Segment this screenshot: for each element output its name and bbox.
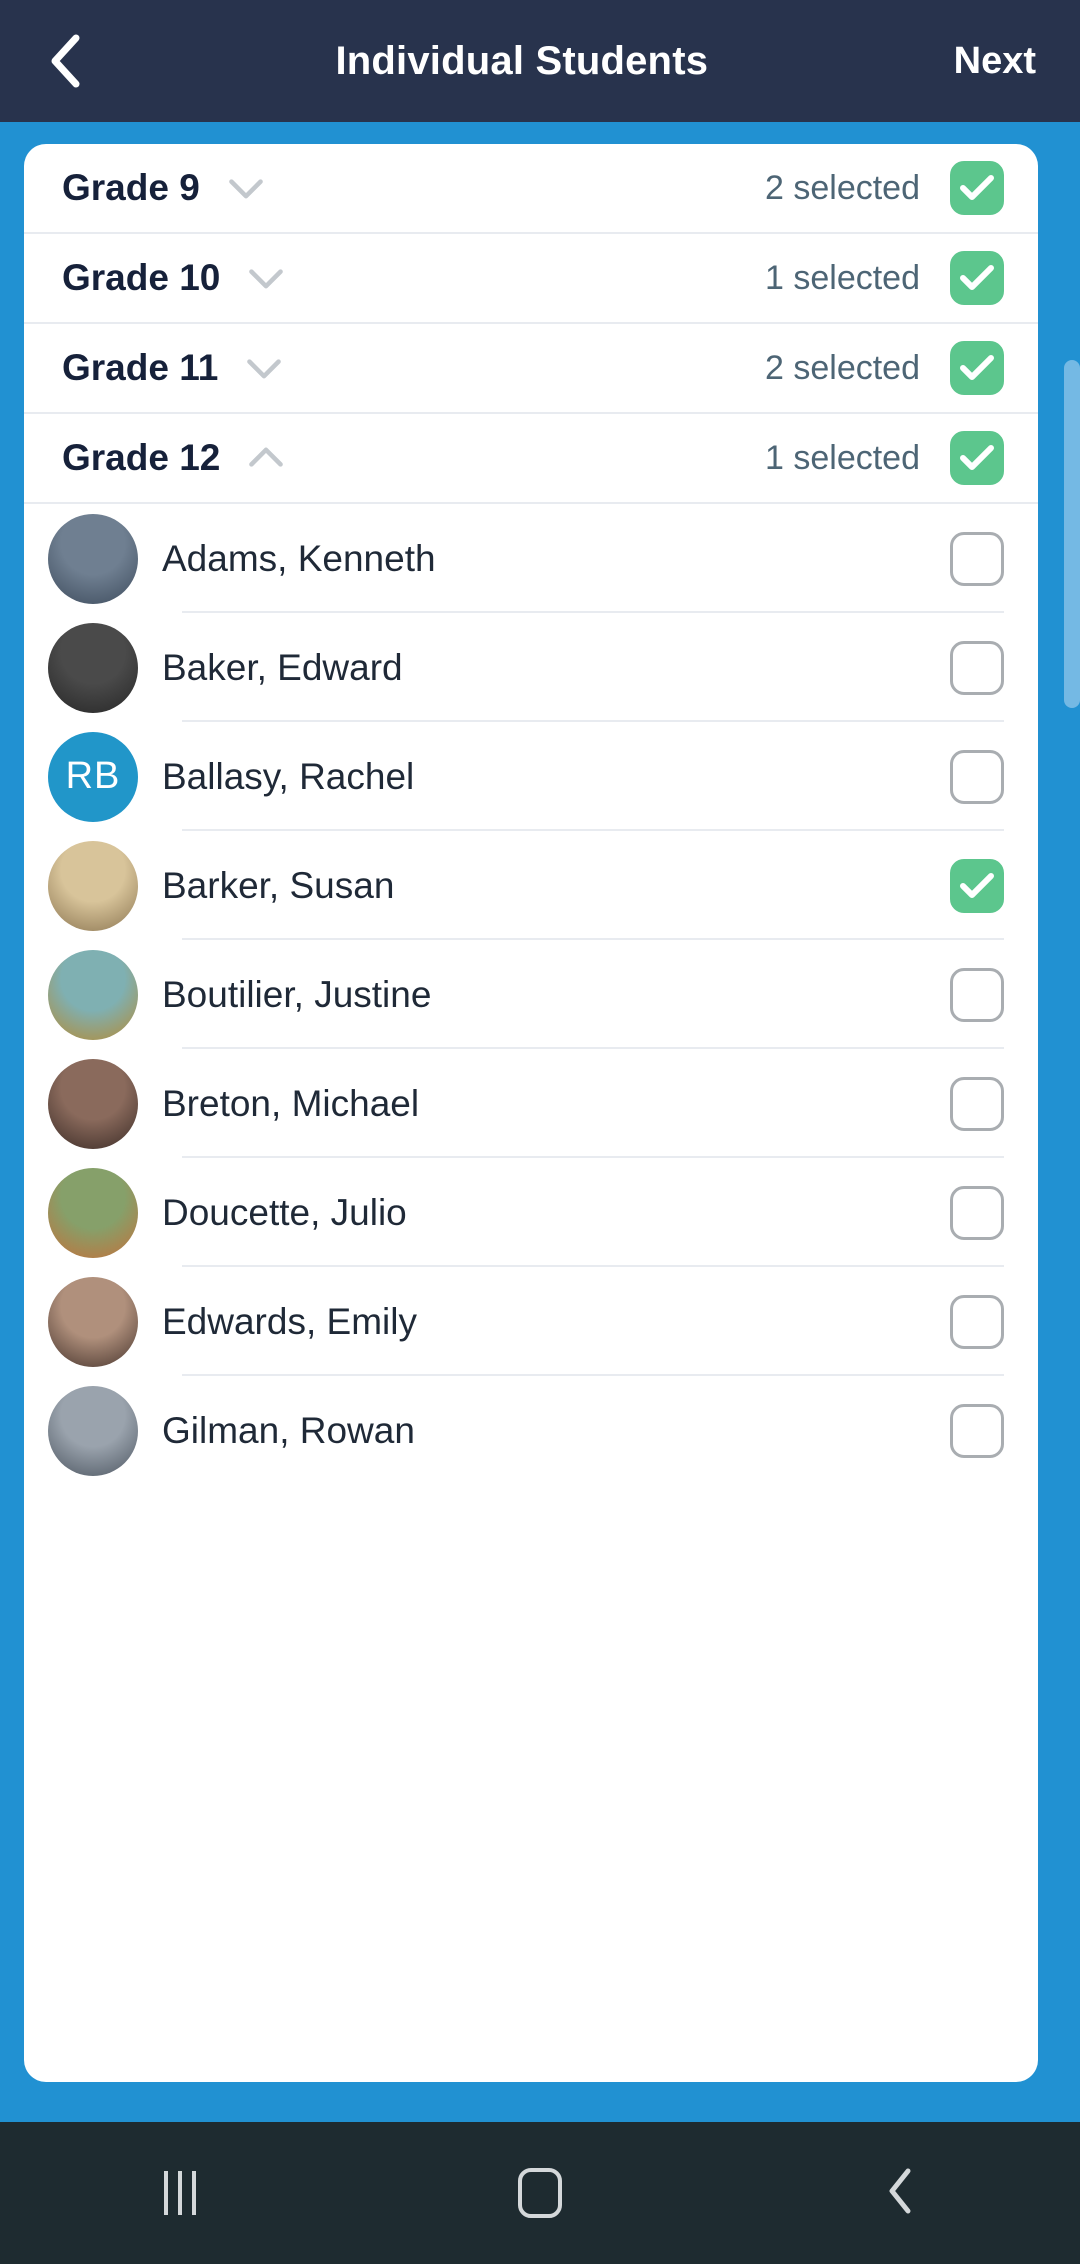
student-name: Edwards, Emily bbox=[162, 1300, 417, 1342]
avatar-photo bbox=[48, 513, 138, 604]
grade-selected-count: 1 selected bbox=[765, 258, 920, 297]
student-checkbox[interactable] bbox=[950, 967, 1004, 1022]
student-name: Adams, Kenneth bbox=[162, 537, 436, 579]
grade-row-3[interactable]: Grade 11 2 selected bbox=[24, 324, 1038, 414]
grade-list: Grade 92 selected Grade 10 1 selected Grade… bbox=[24, 144, 1038, 1485]
avatar-photo bbox=[48, 949, 138, 1040]
grade-selected-count: 2 selected bbox=[765, 348, 920, 387]
student-row[interactable]: Edwards, Emily bbox=[24, 1267, 1038, 1376]
student-checkbox[interactable] bbox=[950, 531, 1004, 586]
student-name: Barker, Susan bbox=[162, 864, 395, 906]
grade-label: Grade 12 bbox=[62, 437, 221, 478]
grade-checkbox[interactable] bbox=[950, 431, 1004, 485]
student-row[interactable]: Adams, Kenneth bbox=[24, 504, 1038, 613]
android-navigation-bar bbox=[0, 2122, 1080, 2264]
recents-button[interactable] bbox=[0, 2122, 360, 2264]
student-row[interactable]: Doucette, Julio bbox=[24, 1158, 1038, 1267]
grade-row-1[interactable]: Grade 9 2 selected bbox=[24, 144, 1038, 234]
grade-selected-count: 2 selected bbox=[765, 168, 920, 207]
student-name: Ballasy, Rachel bbox=[162, 755, 415, 797]
avatar-initials-text: RB bbox=[65, 755, 121, 797]
student-name: Breton, Michael bbox=[162, 1082, 420, 1124]
avatar-initials: RB bbox=[48, 731, 138, 822]
grade-label: Grade 9 bbox=[62, 167, 200, 208]
student-selection-card: Grade 92 selected Grade 10 1 selected Grade… bbox=[24, 144, 1038, 2082]
student-name: Gilman, Rowan bbox=[162, 1409, 415, 1451]
student-checkbox[interactable] bbox=[950, 1185, 1004, 1240]
grade-label: Grade 11 bbox=[62, 347, 219, 388]
student-name: Baker, Edward bbox=[162, 646, 403, 688]
grade-label: Grade 10 bbox=[62, 257, 221, 298]
avatar-photo bbox=[48, 1058, 138, 1149]
student-row[interactable]: Baker, Edward bbox=[24, 613, 1038, 722]
screen-body: Grade 92 selected Grade 10 1 selected Grade… bbox=[0, 122, 1080, 2122]
avatar-photo bbox=[48, 1385, 138, 1476]
grade-checkbox[interactable] bbox=[950, 161, 1004, 215]
student-checkbox[interactable] bbox=[950, 1076, 1004, 1131]
vertical-scrollbar[interactable] bbox=[1064, 360, 1080, 708]
student-name: Doucette, Julio bbox=[162, 1191, 407, 1233]
grade-checkbox[interactable] bbox=[950, 251, 1004, 305]
next-button[interactable]: Next bbox=[954, 40, 1080, 83]
recents-icon bbox=[164, 2171, 196, 2215]
page-title: Individual Students bbox=[335, 38, 709, 83]
home-button[interactable] bbox=[360, 2122, 720, 2264]
grade-row-2[interactable]: Grade 10 1 selected bbox=[24, 234, 1038, 324]
student-checkbox[interactable] bbox=[950, 1403, 1004, 1458]
avatar-photo bbox=[48, 1167, 138, 1258]
student-checkbox[interactable] bbox=[950, 749, 1004, 804]
chevron-down-icon[interactable] bbox=[244, 348, 284, 388]
grade-checkbox[interactable] bbox=[950, 341, 1004, 395]
student-checkbox[interactable] bbox=[950, 858, 1004, 913]
chevron-down-icon[interactable] bbox=[246, 258, 286, 298]
chevron-left-icon bbox=[48, 33, 82, 89]
avatar-photo bbox=[48, 1276, 138, 1367]
home-icon bbox=[518, 2168, 562, 2218]
student-row[interactable]: Barker, Susan bbox=[24, 831, 1038, 940]
student-row[interactable]: RB Ballasy, Rachel bbox=[24, 722, 1038, 831]
app-header: Individual Students Next bbox=[0, 0, 1080, 122]
student-checkbox[interactable] bbox=[950, 640, 1004, 695]
grade-selected-count: 1 selected bbox=[765, 438, 920, 477]
student-checkbox[interactable] bbox=[950, 1294, 1004, 1349]
student-row[interactable]: Breton, Michael bbox=[24, 1049, 1038, 1158]
chevron-up-icon[interactable] bbox=[246, 438, 286, 478]
avatar-photo bbox=[48, 840, 138, 931]
student-row[interactable]: Gilman, Rowan bbox=[24, 1376, 1038, 1485]
student-row[interactable]: Boutilier, Justine bbox=[24, 940, 1038, 1049]
grade-row-4[interactable]: Grade 12 1 selected bbox=[24, 414, 1038, 504]
back-icon bbox=[887, 2168, 913, 2219]
system-back-button[interactable] bbox=[720, 2122, 1080, 2264]
chevron-down-icon[interactable] bbox=[226, 168, 266, 208]
avatar-photo bbox=[48, 622, 138, 713]
student-name: Boutilier, Justine bbox=[162, 973, 432, 1015]
